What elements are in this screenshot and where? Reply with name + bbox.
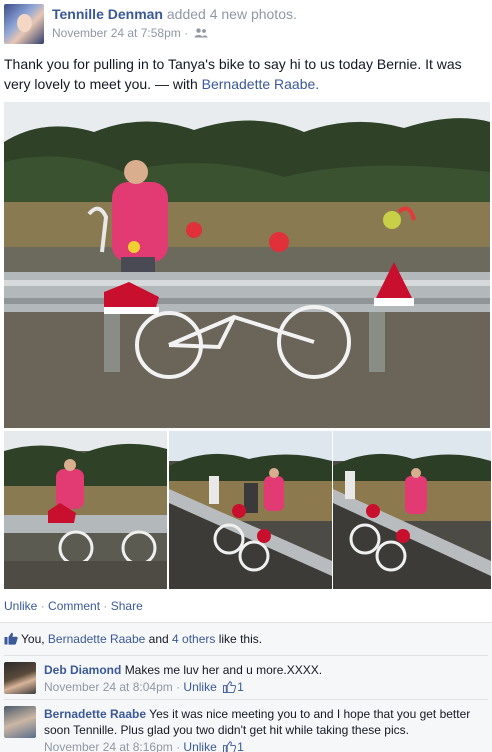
comment-text: Makes me luv her and u more.XXXX. <box>124 663 323 677</box>
post-action: added 4 new photos. <box>166 6 297 22</box>
like-thumb-icon <box>4 632 18 645</box>
action-separator: · <box>100 599 111 613</box>
likes-suffix: like this. <box>215 632 263 646</box>
post-timestamp[interactable]: November 24 at 7:58pm <box>52 26 181 40</box>
tagged-person-link[interactable]: Bernadette Raabe. <box>202 76 320 92</box>
feedback-panel: You, Bernadette Raabe and 4 others like … <box>0 622 492 752</box>
comment-like-count[interactable]: 1 <box>237 680 244 694</box>
author-name[interactable]: Tennille Denman <box>52 6 163 22</box>
photo-thumbnail-1[interactable] <box>4 431 167 589</box>
unlike-link[interactable]: Unlike <box>4 599 37 613</box>
comment-item: Deb Diamond Makes me luv her and u more.… <box>4 655 488 699</box>
photo-thumbnail-3[interactable] <box>333 431 491 589</box>
comment-meta: November 24 at 8:04pm · Unlike 1 <box>44 679 486 695</box>
likes-summary: You, Bernadette Raabe and 4 others like … <box>4 632 262 646</box>
share-link[interactable]: Share <box>111 599 143 613</box>
comment-timestamp[interactable]: November 24 at 8:16pm <box>44 740 173 752</box>
likes-middle: and <box>145 632 173 646</box>
author-avatar[interactable] <box>4 4 44 44</box>
comment-meta-separator: · <box>172 740 184 752</box>
commenter-avatar[interactable] <box>4 706 36 738</box>
comment-item: Bernadette Raabe Yes it was nice meeting… <box>4 699 488 752</box>
action-separator: · <box>37 599 49 613</box>
like-thumb-icon <box>223 681 237 693</box>
liker-name-link[interactable]: Bernadette Raabe <box>48 632 145 646</box>
meta-separator: · <box>184 26 189 40</box>
likes-others-link[interactable]: 4 others <box>172 632 215 646</box>
post-text: Thank you for pulling in to Tanya's bike… <box>4 54 488 94</box>
post-meta: November 24 at 7:58pm · <box>52 26 208 40</box>
photo-thumbnail-2[interactable] <box>169 431 332 589</box>
comment-body: Deb Diamond Makes me luv her and u more.… <box>44 662 486 695</box>
post-actions: Unlike · Comment · Share <box>4 599 143 613</box>
comment-timestamp[interactable]: November 24 at 8:04pm <box>44 680 173 694</box>
post-header: Tennille Denman added 4 new photos. Nove… <box>4 4 488 44</box>
comment-like-count[interactable]: 1 <box>237 740 244 752</box>
comment-meta: November 24 at 8:16pm · Unlike 1 <box>44 739 486 752</box>
like-thumb-icon <box>223 741 237 752</box>
comment-body: Bernadette Raabe Yes it was nice meeting… <box>44 706 486 752</box>
commenter-name[interactable]: Bernadette Raabe <box>44 707 146 721</box>
author-line: Tennille Denman added 4 new photos. <box>52 6 297 22</box>
commenter-name[interactable]: Deb Diamond <box>44 663 121 677</box>
commenter-avatar[interactable] <box>4 662 36 694</box>
comment-link[interactable]: Comment <box>48 599 100 613</box>
friends-icon[interactable] <box>194 28 208 38</box>
comment-meta-separator: · <box>172 680 184 694</box>
main-photo[interactable] <box>4 102 490 428</box>
likes-prefix: You, <box>21 632 48 646</box>
comment-unlike-link[interactable]: Unlike <box>183 740 216 752</box>
comment-unlike-link[interactable]: Unlike <box>183 680 216 694</box>
